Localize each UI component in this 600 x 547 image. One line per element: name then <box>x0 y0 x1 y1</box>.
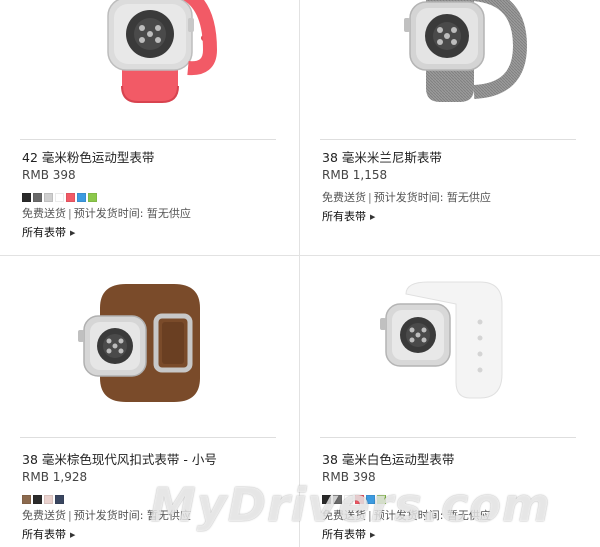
color-swatch[interactable] <box>33 495 42 504</box>
product-name[interactable]: 38 毫米米兰尼斯表带 <box>322 150 590 166</box>
product-info: 38 毫米棕色现代风扣式表带 - 小号 RMB 1,928 免费送货 | 预计发货时… <box>22 452 290 542</box>
all-bands-label: 所有表带 <box>322 210 366 223</box>
card-separator <box>20 437 276 438</box>
free-shipping-text: 免费送货 <box>22 207 66 220</box>
ship-time-text: 预计发货时间: 暂无供应 <box>73 207 191 220</box>
card-separator <box>320 139 576 140</box>
color-swatch[interactable] <box>322 495 331 504</box>
separator-text: | <box>368 509 372 522</box>
color-swatch[interactable] <box>344 495 353 504</box>
color-swatch[interactable] <box>377 495 386 504</box>
shipping-info: 免费送货 | 预计发货时间: 暂无供应 <box>322 509 590 523</box>
separator-text: | <box>68 509 72 522</box>
free-shipping-text: 免费送货 <box>322 191 366 204</box>
product-price: RMB 398 <box>322 470 376 484</box>
pink-sport-band-watch-icon <box>107 0 218 103</box>
arrow-right-icon: ▶ <box>70 229 76 237</box>
product-image[interactable] <box>300 278 600 408</box>
product-grid: 42 毫米粉色运动型表带 RMB 398 免费送货 | 预计发货时间: 暂无供应 所… <box>0 0 600 547</box>
color-swatches <box>322 495 590 504</box>
product-price: RMB 398 <box>22 168 76 182</box>
ship-time-text: 预计发货时间: 暂无供应 <box>373 509 491 522</box>
color-swatch[interactable] <box>44 495 53 504</box>
all-bands-link[interactable]: 所有表带 ▶ <box>22 528 75 542</box>
ship-time-text: 预计发货时间: 暂无供应 <box>73 509 191 522</box>
color-swatch[interactable] <box>44 193 53 202</box>
ship-time-text: 预计发货时间: 暂无供应 <box>373 191 491 204</box>
product-name[interactable]: 38 毫米白色运动型表带 <box>322 452 590 468</box>
free-shipping-text: 免费送货 <box>22 509 66 522</box>
card-separator <box>20 139 276 140</box>
color-swatch[interactable] <box>55 495 64 504</box>
shipping-info: 免费送货 | 预计发货时间: 暂无供应 <box>22 509 290 523</box>
product-card[interactable]: 38 毫米白色运动型表带 RMB 398 免费送货 | 预计发货时间: 暂无供应 所… <box>300 256 600 547</box>
product-name[interactable]: 42 毫米粉色运动型表带 <box>22 150 290 166</box>
color-swatch[interactable] <box>55 193 64 202</box>
all-bands-label: 所有表带 <box>322 528 366 541</box>
color-swatch[interactable] <box>33 193 42 202</box>
color-swatch[interactable] <box>22 495 31 504</box>
all-bands-link[interactable]: 所有表带 ▶ <box>22 226 75 240</box>
free-shipping-text: 免费送货 <box>322 509 366 522</box>
product-image[interactable] <box>300 0 600 130</box>
color-swatch[interactable] <box>366 495 375 504</box>
all-bands-label: 所有表带 <box>22 226 66 239</box>
all-bands-link[interactable]: 所有表带 ▶ <box>322 210 375 224</box>
product-card[interactable]: 38 毫米米兰尼斯表带 RMB 1,158 免费送货 | 预计发货时间: 暂无供应 … <box>300 0 600 246</box>
product-card[interactable]: 38 毫米棕色现代风扣式表带 - 小号 RMB 1,928 免费送货 | 预计发货时… <box>0 256 300 547</box>
color-swatch[interactable] <box>66 193 75 202</box>
color-swatches <box>22 495 290 504</box>
separator-text: | <box>368 191 372 204</box>
white-sport-band-watch-icon <box>380 281 503 399</box>
shipping-info: 免费送货 | 预计发货时间: 暂无供应 <box>22 207 290 221</box>
arrow-right-icon: ▶ <box>370 531 376 539</box>
product-info: 38 毫米米兰尼斯表带 RMB 1,158 免费送货 | 预计发货时间: 暂无供应 … <box>322 150 590 224</box>
card-separator <box>320 437 576 438</box>
color-swatch[interactable] <box>77 193 86 202</box>
product-info: 42 毫米粉色运动型表带 RMB 398 免费送货 | 预计发货时间: 暂无供应 所… <box>22 150 290 240</box>
arrow-right-icon: ▶ <box>370 213 376 221</box>
color-swatch[interactable] <box>355 495 364 504</box>
color-swatch[interactable] <box>333 495 342 504</box>
milanese-loop-watch-icon <box>404 0 528 102</box>
all-bands-link[interactable]: 所有表带 ▶ <box>322 528 375 542</box>
color-swatches <box>22 193 290 202</box>
product-price: RMB 1,928 <box>22 470 88 484</box>
product-image[interactable] <box>0 278 300 408</box>
product-image[interactable] <box>0 0 300 130</box>
separator-text: | <box>68 207 72 220</box>
arrow-right-icon: ▶ <box>70 531 76 539</box>
shipping-info: 免费送货 | 预计发货时间: 暂无供应 <box>322 191 590 205</box>
brown-modern-buckle-watch-icon <box>78 284 200 402</box>
product-price: RMB 1,158 <box>322 168 388 182</box>
color-swatch[interactable] <box>88 193 97 202</box>
product-info: 38 毫米白色运动型表带 RMB 398 免费送货 | 预计发货时间: 暂无供应 所… <box>322 452 590 542</box>
color-swatch[interactable] <box>22 193 31 202</box>
all-bands-label: 所有表带 <box>22 528 66 541</box>
product-card[interactable]: 42 毫米粉色运动型表带 RMB 398 免费送货 | 预计发货时间: 暂无供应 所… <box>0 0 300 246</box>
product-name[interactable]: 38 毫米棕色现代风扣式表带 - 小号 <box>22 452 290 468</box>
